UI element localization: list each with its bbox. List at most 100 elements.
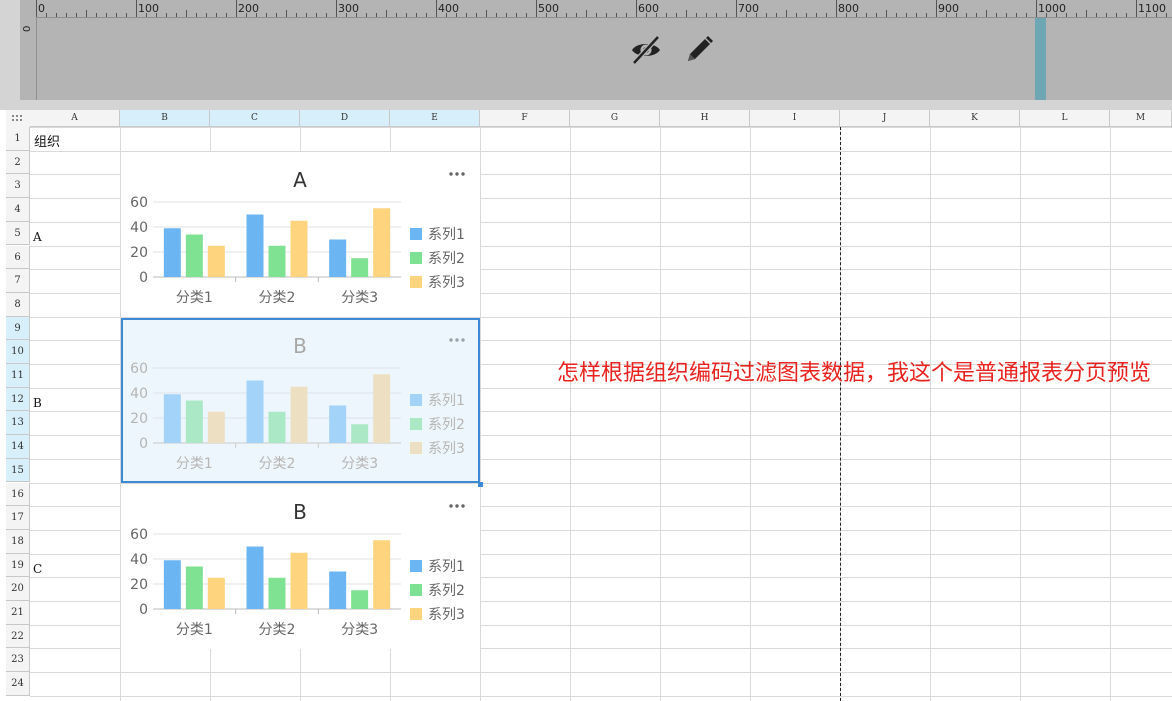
ruler-tick <box>886 10 887 17</box>
select-all-corner[interactable] <box>6 110 31 128</box>
row-header-13[interactable]: 13 <box>6 411 30 436</box>
column-header-m[interactable]: M <box>1110 110 1172 127</box>
ruler-tick <box>426 13 427 17</box>
row-header-9[interactable]: 9 <box>6 316 30 341</box>
column-header-j[interactable]: J <box>840 110 930 127</box>
row-header-22[interactable]: 22 <box>6 624 30 649</box>
ruler-tick <box>536 0 537 17</box>
column-header-f[interactable]: F <box>480 110 570 127</box>
y-tick-label: 60 <box>130 195 148 211</box>
row-header-5[interactable]: 5 <box>6 221 30 246</box>
row-header-8[interactable]: 8 <box>6 292 30 317</box>
chart-title: B <box>293 334 307 358</box>
ruler-tick <box>936 0 937 17</box>
column-line <box>750 127 751 701</box>
row-header-24[interactable]: 24 <box>6 672 30 696</box>
cell-a5[interactable]: A <box>33 230 42 244</box>
ruler-tick <box>486 10 487 17</box>
ruler-label: 300 <box>338 2 359 15</box>
row-header-10[interactable]: 10 <box>6 340 30 364</box>
ruler-label: 1000 <box>1038 2 1066 15</box>
bar-3-1 <box>207 577 225 609</box>
row-header-21[interactable]: 21 <box>6 601 30 625</box>
ruler-tick <box>786 10 787 17</box>
y-tick-label: 20 <box>130 411 148 427</box>
cell-a1[interactable]: 组织 <box>34 131 60 150</box>
ruler-tick <box>816 13 817 17</box>
more-horizontal-icon[interactable] <box>449 504 465 508</box>
column-header-d[interactable]: D <box>300 110 390 127</box>
ruler-tick <box>1036 0 1037 17</box>
row-header-23[interactable]: 23 <box>6 648 30 673</box>
column-header-e[interactable]: E <box>390 110 480 127</box>
bar-1-1 <box>163 394 181 443</box>
x-tick-label: 分类1 <box>176 456 213 472</box>
bar-2-2 <box>268 411 286 443</box>
row-header-19[interactable]: 19 <box>6 553 30 578</box>
y-tick-label: 40 <box>130 220 148 236</box>
more-horizontal-icon[interactable] <box>449 338 465 342</box>
question-annotation: 怎样根据组织编码过滤图表数据，我这个是普通报表分页预览 <box>557 361 1152 386</box>
chart-c[interactable]: B 0 20 40 60 分类1 分类2 分类3 系列1 系列2 系列3 <box>121 484 480 649</box>
canvas-resize-handle[interactable] <box>1035 18 1046 100</box>
column-header-b[interactable]: B <box>120 110 210 127</box>
bar-chart-svg: A 0 20 40 60 分类1 分类2 分类3 系列1 系列2 系列3 <box>130 168 465 306</box>
bar-3-3 <box>373 208 391 277</box>
row-header-17[interactable]: 17 <box>6 506 30 530</box>
ruler-tick <box>476 13 477 17</box>
ruler-tick <box>806 13 807 17</box>
cell-a12[interactable]: B <box>33 396 42 410</box>
row-header-16[interactable]: 16 <box>6 482 30 507</box>
legend-label: 系列3 <box>428 275 465 291</box>
ruler-tick <box>916 13 917 17</box>
ruler-tick <box>796 13 797 17</box>
ruler-tick <box>626 13 627 17</box>
row-header-15[interactable]: 15 <box>6 458 30 483</box>
column-header-h[interactable]: H <box>660 110 750 127</box>
eye-slash-icon[interactable] <box>629 33 663 67</box>
ruler-tick <box>616 13 617 17</box>
column-header-i[interactable]: I <box>750 110 840 127</box>
row-line <box>30 695 1172 697</box>
column-header-a[interactable]: A <box>30 110 120 127</box>
ruler-tick <box>176 13 177 17</box>
chart-a[interactable]: A 0 20 40 60 分类1 分类2 分类3 系列1 系列2 系列3 <box>121 152 480 317</box>
bar-2-1 <box>185 566 203 609</box>
row-header-14[interactable]: 14 <box>6 435 30 459</box>
more-horizontal-icon[interactable] <box>449 172 465 176</box>
ruler-tick <box>106 13 107 17</box>
row-header-6[interactable]: 6 <box>6 245 30 270</box>
row-header-18[interactable]: 18 <box>6 529 30 554</box>
column-header-c[interactable]: C <box>210 110 300 127</box>
selection-resize-handle[interactable] <box>478 482 483 487</box>
row-header-20[interactable]: 20 <box>6 577 30 601</box>
ruler-tick <box>1166 13 1167 17</box>
legend-swatch <box>410 418 422 430</box>
ruler-tick <box>636 0 637 17</box>
row-header-12[interactable]: 12 <box>6 387 30 412</box>
legend-label: 系列2 <box>428 417 465 433</box>
column-header-g[interactable]: G <box>570 110 660 127</box>
bar-2-3 <box>351 590 369 609</box>
ruler-label: 900 <box>938 2 959 15</box>
column-header-l[interactable]: L <box>1020 110 1110 127</box>
legend-swatch <box>410 584 422 596</box>
ruler-tick <box>516 13 517 17</box>
row-header-1[interactable]: 1 <box>6 127 30 151</box>
row-header-3[interactable]: 3 <box>6 174 30 199</box>
chart-b-selected[interactable]: B 0 20 40 60 分类1 分类2 分类3 系列1 系列2 系列3 <box>121 318 480 483</box>
y-tick-label: 20 <box>130 245 148 261</box>
ruler-tick <box>36 0 37 17</box>
ruler-tick <box>596 13 597 17</box>
row-header-11[interactable]: 11 <box>6 364 30 388</box>
row-header-7[interactable]: 7 <box>6 269 30 293</box>
cell-a19[interactable]: C <box>33 562 42 576</box>
ruler-tick <box>566 13 567 17</box>
pencil-icon[interactable] <box>682 33 716 67</box>
y-tick-label: 0 <box>139 270 148 286</box>
column-header-k[interactable]: K <box>930 110 1020 127</box>
row-header-2[interactable]: 2 <box>6 150 30 175</box>
legend-swatch <box>410 252 422 264</box>
row-header-4[interactable]: 4 <box>6 198 30 222</box>
legend-swatch <box>410 276 422 288</box>
